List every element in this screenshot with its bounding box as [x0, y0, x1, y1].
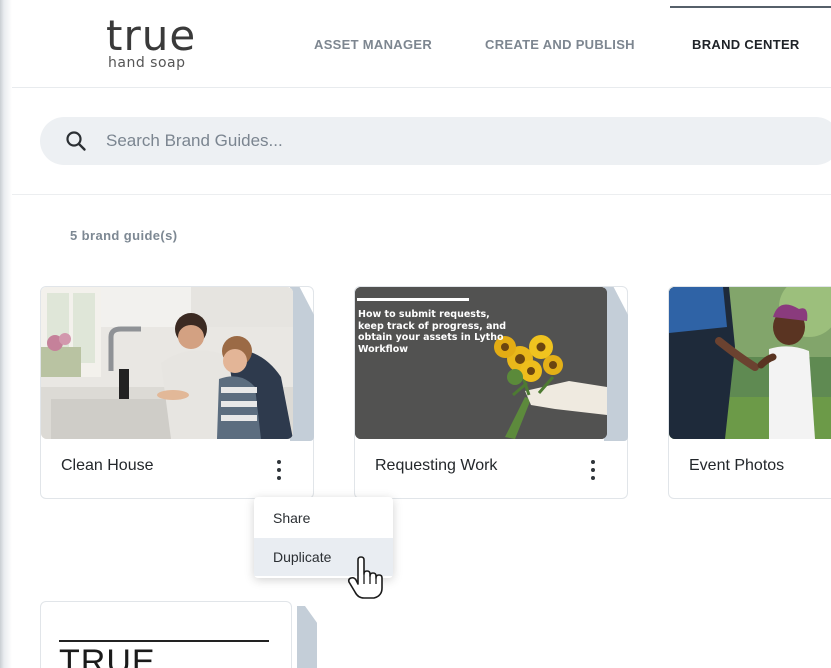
brand-guide-card[interactable]: Clean House: [40, 286, 314, 499]
nav-create-and-publish[interactable]: CREATE AND PUBLISH: [485, 0, 635, 88]
logo-wordmark: true: [106, 11, 197, 60]
logo-tagline: hand soap: [108, 55, 186, 71]
more-options-icon[interactable]: [269, 457, 289, 483]
card-stack-edge: [290, 287, 314, 441]
top-header: true hand soap ASSET MANAGER CREATE AND …: [12, 0, 831, 88]
card-thumbnail[interactable]: How to submit requests, keep track of pr…: [355, 287, 607, 439]
menu-item-share[interactable]: Share: [254, 499, 393, 537]
brand-guide-card[interactable]: Event Photos: [668, 286, 831, 499]
nav-brand-center[interactable]: BRAND CENTER: [670, 0, 831, 88]
search-input[interactable]: [106, 117, 706, 165]
search-section: [12, 89, 831, 195]
brand-guide-card[interactable]: How to submit requests, keep track of pr…: [354, 286, 628, 499]
active-tab-indicator: [670, 6, 831, 8]
card-title[interactable]: Requesting Work: [375, 457, 497, 475]
document-rule: [59, 640, 269, 642]
thumbnail-caption: How to submit requests, keep track of pr…: [358, 309, 507, 355]
more-options-icon[interactable]: [583, 457, 603, 483]
card-thumbnail[interactable]: [41, 287, 293, 439]
card-thumbnail[interactable]: [669, 287, 831, 439]
card-stack-edge: [297, 606, 317, 668]
search-icon: [64, 129, 88, 153]
search-bar[interactable]: [40, 117, 831, 165]
window-edge: [0, 0, 12, 668]
brand-logo[interactable]: true hand soap: [106, 14, 226, 78]
nav-asset-manager[interactable]: ASSET MANAGER: [314, 0, 432, 88]
thumbnail-caption: TRUE: [59, 643, 156, 668]
brand-guide-count: 5 brand guide(s): [70, 228, 178, 243]
hand-pointer-cursor-icon: [346, 556, 386, 600]
card-stack-edge: [604, 287, 628, 441]
card-title[interactable]: Event Photos: [689, 457, 784, 475]
card-title[interactable]: Clean House: [61, 457, 154, 475]
brand-guide-card[interactable]: TRUE: [40, 601, 292, 668]
